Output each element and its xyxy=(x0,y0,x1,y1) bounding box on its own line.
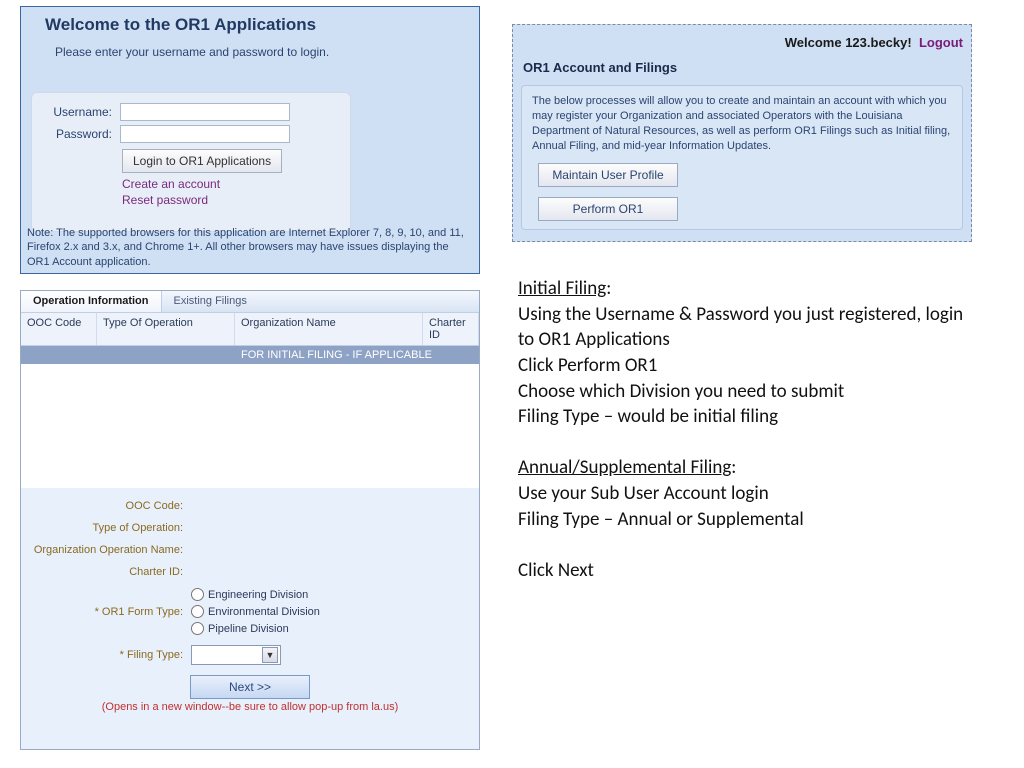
tab-operation-info[interactable]: Operation Information xyxy=(21,291,162,312)
table-header: OOC Code Type Of Operation Organization … xyxy=(21,313,479,346)
login-title: Welcome to the OR1 Applications xyxy=(21,7,479,35)
account-desc: The below processes will allow you to cr… xyxy=(532,94,952,153)
label-orgname: Organization Operation Name: xyxy=(29,544,183,556)
radio-environmental-input[interactable] xyxy=(191,605,204,618)
chevron-down-icon: ▼ xyxy=(262,647,278,663)
instr-line: Filing Type – would be initial filing xyxy=(518,404,978,430)
label-type: Type of Operation: xyxy=(29,522,183,534)
instr-line: Click Perform OR1 xyxy=(518,353,978,379)
col-type: Type Of Operation xyxy=(97,313,235,345)
instr-line: Filing Type – Annual or Supplemental xyxy=(518,507,978,533)
label-charter: Charter ID: xyxy=(29,566,183,578)
operation-info-panel: Operation Information Existing Filings O… xyxy=(20,290,480,750)
login-button[interactable]: Login to OR1 Applications xyxy=(122,149,282,173)
instr-line: Choose which Division you need to submit xyxy=(518,379,978,405)
browser-note: Note: The supported browsers for this ap… xyxy=(27,226,473,269)
instructions-text: Initial Filing: Using the Username & Pas… xyxy=(518,276,978,584)
radio-pipeline[interactable]: Pipeline Division xyxy=(191,622,320,635)
logout-link[interactable]: Logout xyxy=(919,35,963,50)
radio-environmental[interactable]: Environmental Division xyxy=(191,605,320,618)
perform-or1-button[interactable]: Perform OR1 xyxy=(538,197,678,221)
heading-annual: Annual/Supplemental Filing xyxy=(518,456,731,479)
popup-note: (Opens in a new window--be sure to allow… xyxy=(29,701,471,713)
radio-engineering[interactable]: Engineering Division xyxy=(191,588,320,601)
radio-pipeline-input[interactable] xyxy=(191,622,204,635)
welcome-username: 123.becky xyxy=(845,35,907,50)
operation-form: OOC Code: Type of Operation: Organizatio… xyxy=(21,488,479,725)
radio-engineering-input[interactable] xyxy=(191,588,204,601)
filing-type-select[interactable]: ▼ xyxy=(191,645,281,665)
login-subtitle: Please enter your username and password … xyxy=(21,35,479,59)
label-ooc: OOC Code: xyxy=(29,500,183,512)
create-account-link[interactable]: Create an account xyxy=(122,177,340,193)
next-button[interactable]: Next >> xyxy=(190,675,310,699)
welcome-suffix: ! xyxy=(907,35,911,50)
formtype-radios: Engineering Division Environmental Divis… xyxy=(191,588,320,635)
reset-password-link[interactable]: Reset password xyxy=(122,193,340,209)
col-org: Organization Name xyxy=(235,313,423,345)
heading-initial: Initial Filing xyxy=(518,277,606,300)
table-row: FOR INITIAL FILING - IF APPLICABLE xyxy=(21,346,479,364)
col-charter: Charter ID xyxy=(423,313,479,345)
tab-bar: Operation Information Existing Filings xyxy=(21,291,479,313)
welcome-prefix: Welcome xyxy=(785,35,845,50)
label-formtype: * OR1 Form Type: xyxy=(29,606,183,618)
login-panel: Welcome to the OR1 Applications Please e… xyxy=(20,6,480,274)
col-ooc: OOC Code xyxy=(21,313,97,345)
password-label: Password: xyxy=(42,127,112,141)
row-message: FOR INITIAL FILING - IF APPLICABLE xyxy=(21,349,479,361)
label-filing: * Filing Type: xyxy=(29,649,183,661)
password-input[interactable] xyxy=(120,125,290,143)
maintain-profile-button[interactable]: Maintain User Profile xyxy=(538,163,678,187)
account-title: OR1 Account and Filings xyxy=(521,54,963,85)
tab-existing-filings[interactable]: Existing Filings xyxy=(162,291,259,312)
instr-line: Click Next xyxy=(518,558,978,584)
account-desc-card: The below processes will allow you to cr… xyxy=(521,85,963,230)
instr-line: Using the Username & Password you just r… xyxy=(518,302,978,353)
username-label: Username: xyxy=(42,105,112,119)
welcome-bar: Welcome 123.becky! Logout xyxy=(521,31,963,54)
login-box: Username: Password: Login to OR1 Applica… xyxy=(31,92,351,232)
username-input[interactable] xyxy=(120,103,290,121)
instr-line: Use your Sub User Account login xyxy=(518,481,978,507)
account-panel: Welcome 123.becky! Logout OR1 Account an… xyxy=(512,24,972,242)
table-blank-area xyxy=(21,364,479,488)
